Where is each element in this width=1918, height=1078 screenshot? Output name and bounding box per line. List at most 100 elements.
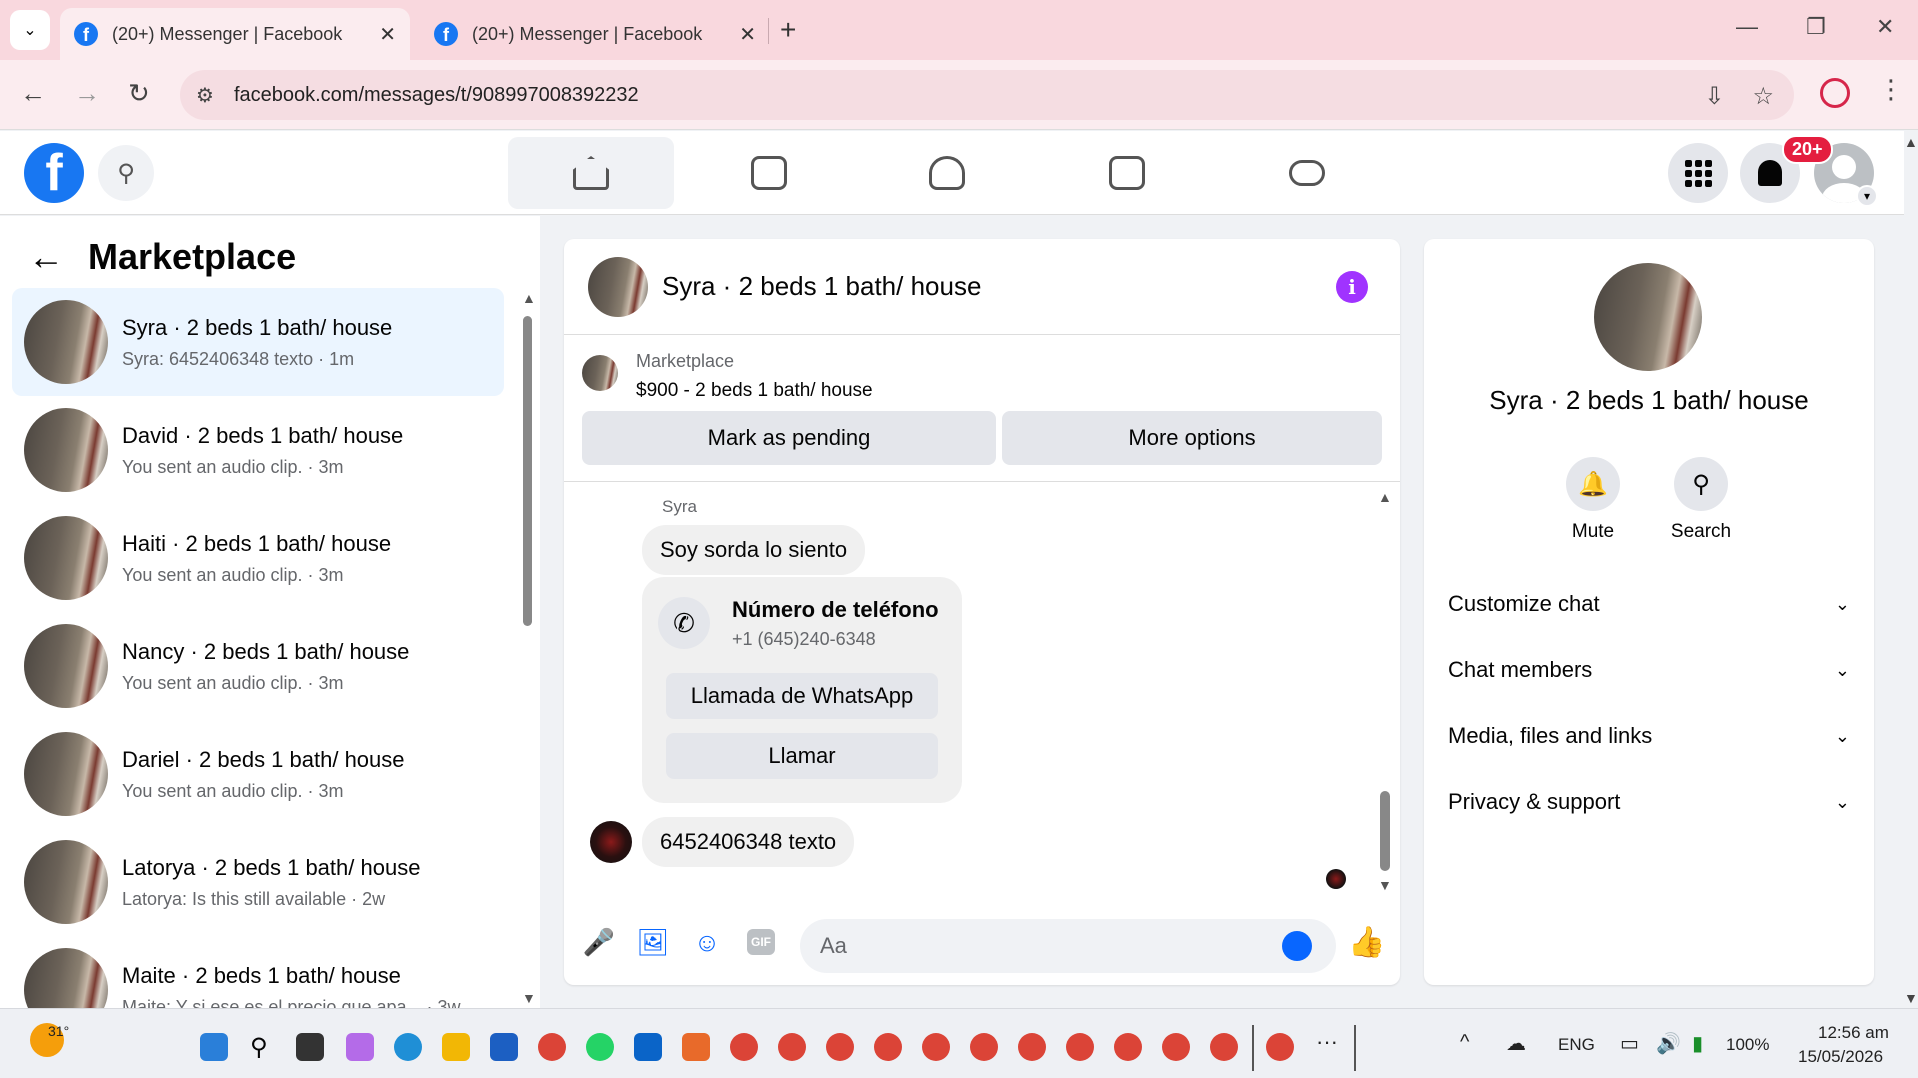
chrome-window-icon[interactable] — [778, 1033, 806, 1061]
omnibox[interactable]: ⚙ facebook.com/messages/t/90899700839223… — [180, 70, 1794, 120]
mute-button[interactable]: 🔔 Mute — [1538, 457, 1648, 543]
chrome-window-icon[interactable] — [970, 1033, 998, 1061]
minimize-icon[interactable]: — — [1736, 14, 1758, 40]
network-icon[interactable]: ▭ — [1620, 1031, 1639, 1056]
chrome-window-icon[interactable] — [1114, 1033, 1142, 1061]
media-files-links-section[interactable]: Media, files and links ⌄ — [1448, 711, 1850, 761]
chrome-window-icon[interactable] — [1066, 1033, 1094, 1061]
menu-button[interactable] — [1668, 143, 1728, 203]
start-icon[interactable] — [200, 1033, 228, 1061]
conversation-item[interactable]: Maite · 2 beds 1 bath/ house Maite: Y si … — [12, 936, 504, 1008]
chrome-icon[interactable] — [538, 1033, 566, 1061]
close-tab-icon[interactable]: ✕ — [379, 22, 396, 47]
chrome-window-icon[interactable] — [730, 1033, 758, 1061]
chrome-window-icon[interactable] — [1266, 1033, 1294, 1061]
conversation-item[interactable]: Syra · 2 beds 1 bath/ house Syra: 6452406… — [12, 288, 504, 396]
url-text[interactable]: facebook.com/messages/t/908997008392232 — [234, 84, 639, 107]
facebook-logo-icon[interactable]: f — [24, 143, 84, 203]
more-apps-icon[interactable]: ··· — [1316, 1029, 1338, 1055]
forward-icon[interactable]: → — [74, 78, 100, 109]
call-button[interactable]: Llamar — [666, 733, 938, 779]
conversation-item[interactable]: Nancy · 2 beds 1 bath/ house You sent an … — [12, 612, 504, 720]
privacy-support-section[interactable]: Privacy & support ⌄ — [1448, 777, 1850, 827]
chat-scrollbar[interactable] — [1380, 791, 1390, 871]
bookmark-star-icon[interactable]: ☆ — [1752, 82, 1774, 111]
nav-video[interactable] — [686, 137, 852, 209]
whatsapp-icon[interactable] — [586, 1033, 614, 1061]
search-icon[interactable]: ⚲ — [250, 1033, 278, 1061]
battery-icon[interactable]: ▮ — [1692, 1031, 1703, 1056]
page-title: Marketplace — [88, 236, 297, 277]
clock-date[interactable]: 15/05/2026 — [1798, 1047, 1883, 1067]
gif-icon[interactable]: GIF — [744, 925, 778, 959]
customize-chat-section[interactable]: Customize chat ⌄ — [1448, 579, 1850, 629]
snipping-tool-icon[interactable] — [682, 1033, 710, 1061]
close-window-icon[interactable]: ✕ — [1876, 14, 1894, 40]
chevron-down-icon[interactable]: ▾ — [1856, 185, 1878, 207]
reload-icon[interactable]: ↻ — [128, 78, 150, 109]
browser-tab-active[interactable]: f (20+) Messenger | Facebook ✕ — [60, 8, 410, 60]
chrome-window-icon[interactable] — [874, 1033, 902, 1061]
search-icon[interactable]: ⚲ — [98, 145, 154, 201]
scroll-up-icon[interactable]: ▲ — [522, 290, 536, 306]
file-explorer-icon[interactable] — [442, 1033, 470, 1061]
scroll-down-icon[interactable]: ▼ — [1378, 877, 1392, 893]
chat-avatar[interactable] — [588, 256, 648, 317]
conversation-item[interactable]: Latorya · 2 beds 1 bath/ house Latorya: I… — [12, 828, 504, 936]
close-tab-icon[interactable]: ✕ — [739, 22, 756, 47]
listing-summary[interactable]: Marketplace $900 - 2 beds 1 bath/ house — [582, 351, 873, 402]
language-indicator[interactable]: ENG — [1558, 1035, 1595, 1055]
volume-icon[interactable]: 🔊 — [1656, 1031, 1681, 1056]
copilot-icon[interactable] — [346, 1033, 374, 1061]
clock-time[interactable]: 12:56 am — [1818, 1023, 1889, 1043]
mark-as-pending-button[interactable]: Mark as pending — [582, 411, 996, 465]
nav-marketplace[interactable] — [1044, 137, 1210, 209]
edge-icon[interactable] — [394, 1033, 422, 1061]
chat-title[interactable]: Syra · 2 beds 1 bath/ house — [662, 271, 981, 302]
chrome-window-icon[interactable] — [1210, 1033, 1238, 1061]
back-icon[interactable]: ← — [20, 78, 46, 109]
more-options-button[interactable]: More options — [1002, 411, 1382, 465]
conversation-scrollbar[interactable] — [523, 316, 532, 626]
microphone-icon[interactable]: 🎤 — [582, 925, 616, 959]
task-view-icon[interactable] — [296, 1033, 324, 1061]
emoji-icon[interactable] — [1282, 931, 1312, 961]
chrome-window-icon[interactable] — [1018, 1033, 1046, 1061]
chrome-window-icon[interactable] — [826, 1033, 854, 1061]
restore-icon[interactable]: ❐ — [1806, 14, 1826, 40]
chrome-window-icon[interactable] — [922, 1033, 950, 1061]
tab-search-button[interactable]: ⌄ — [10, 10, 50, 50]
nav-home[interactable] — [508, 137, 674, 209]
sticker-icon[interactable]: ☺ — [690, 925, 724, 959]
outlook-icon[interactable] — [634, 1033, 662, 1061]
new-tab-button[interactable]: + — [780, 14, 796, 46]
conversation-item[interactable]: Dariel · 2 beds 1 bath/ house You sent an… — [12, 720, 504, 828]
scroll-up-icon[interactable]: ▲ — [1378, 489, 1392, 505]
install-app-icon[interactable]: ⇩ — [1704, 82, 1724, 111]
chrome-window-icon[interactable] — [1162, 1033, 1190, 1061]
nav-friends[interactable] — [864, 137, 1030, 209]
browser-menu-icon[interactable]: ⋮ — [1878, 74, 1904, 105]
page-scroll-down-icon[interactable]: ▼ — [1904, 990, 1918, 1006]
message-input[interactable]: Aa — [800, 919, 1336, 973]
search-conversation-button[interactable]: ⚲ Search — [1646, 457, 1756, 543]
browser-profile-icon[interactable] — [1820, 78, 1850, 108]
photo-icon[interactable]: 🖼 — [636, 925, 670, 959]
conversation-item[interactable]: David · 2 beds 1 bath/ house You sent an … — [12, 396, 504, 504]
whatsapp-call-button[interactable]: Llamada de WhatsApp — [666, 673, 938, 719]
nav-gaming[interactable] — [1224, 137, 1390, 209]
message-bubble[interactable]: 6452406348 texto — [642, 817, 855, 867]
store-icon[interactable] — [490, 1033, 518, 1061]
site-settings-icon[interactable]: ⚙ — [196, 83, 214, 108]
chat-members-section[interactable]: Chat members ⌄ — [1448, 645, 1850, 695]
page-scroll-up-icon[interactable]: ▲ — [1904, 134, 1918, 150]
chevron-up-icon[interactable]: ^ — [1460, 1031, 1469, 1054]
conversation-item[interactable]: Haiti · 2 beds 1 bath/ house You sent an … — [12, 504, 504, 612]
scroll-down-icon[interactable]: ▼ — [522, 990, 536, 1006]
info-icon[interactable]: i — [1336, 271, 1368, 303]
onedrive-icon[interactable]: ☁ — [1506, 1031, 1526, 1056]
browser-tab-inactive[interactable]: f (20+) Messenger | Facebook ✕ — [420, 8, 770, 60]
message-bubble[interactable]: Soy sorda lo siento — [642, 525, 866, 575]
thumbs-up-icon[interactable]: 👍 — [1348, 925, 1385, 960]
back-arrow-icon[interactable]: ← — [28, 236, 64, 278]
